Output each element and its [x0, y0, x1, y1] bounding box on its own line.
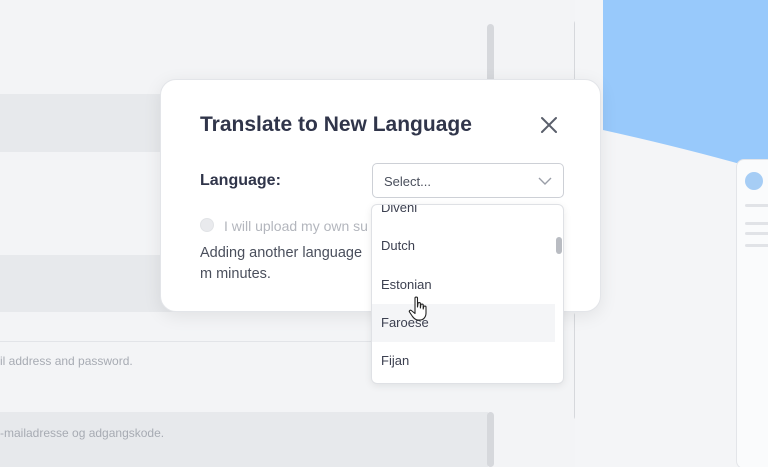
language-select-value: Select...	[384, 174, 431, 189]
dropdown-scrollbar[interactable]	[555, 205, 563, 383]
dialog-title: Translate to New Language	[200, 113, 472, 136]
language-dropdown-list: Divehi Dutch Estonian Faroese Fijan	[371, 204, 564, 384]
chevron-down-icon	[538, 177, 552, 185]
hand-pointer-icon	[408, 296, 427, 321]
background-scrollbar-lower[interactable]	[487, 412, 494, 467]
language-option-dutch[interactable]: Dutch	[372, 227, 555, 265]
option-label: Dutch	[381, 238, 415, 253]
background-scrollbar[interactable]	[487, 24, 494, 84]
option-label: Divehi	[381, 204, 418, 215]
language-option-faroese[interactable]: Faroese	[372, 304, 555, 342]
close-icon	[541, 117, 557, 133]
background-hint-adgangskode: -mailadresse og adgangskode.	[0, 426, 165, 440]
option-label: Estonian	[381, 277, 432, 292]
language-option-fijan[interactable]: Fijan	[372, 342, 555, 380]
language-option-estonian[interactable]: Estonian	[372, 266, 555, 304]
upload-own-label: I will upload my own su	[224, 218, 368, 234]
close-button[interactable]	[539, 115, 559, 135]
language-label: Language:	[200, 172, 281, 189]
option-label: Fijan	[381, 353, 410, 368]
background-card-line	[745, 232, 768, 235]
background-card	[736, 159, 768, 467]
dropdown-scrollbar-thumb[interactable]	[556, 237, 562, 254]
info-text: Adding another language m minutes.	[200, 245, 363, 282]
background-card-line	[745, 204, 768, 207]
language-option-divehi[interactable]: Divehi	[372, 204, 555, 227]
background-hint-password: il address and password.	[0, 354, 133, 368]
background-card-line	[745, 244, 768, 247]
avatar	[745, 172, 763, 190]
upload-own-checkbox[interactable]	[200, 218, 214, 232]
blue-wave-shape	[603, 0, 768, 172]
background-card-line	[745, 222, 768, 225]
language-select[interactable]: Select...	[372, 163, 564, 198]
